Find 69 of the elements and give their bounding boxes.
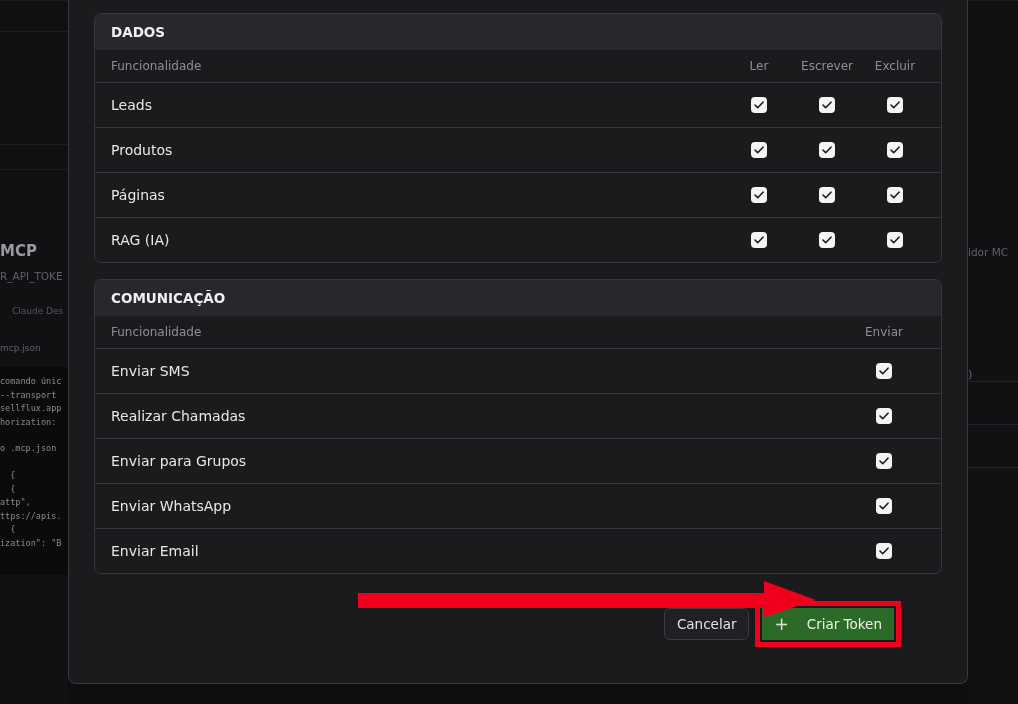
feature-name: Páginas [111, 187, 166, 203]
cancel-button[interactable]: Cancelar [663, 608, 750, 640]
checkmark-icon [879, 367, 889, 375]
feature-name: Enviar WhatsApp [111, 498, 233, 514]
checkmark-icon [890, 236, 900, 244]
feature-name: Leads [111, 97, 153, 113]
checkbox[interactable] [819, 97, 835, 113]
code-line: --transport [0, 388, 58, 402]
checkmark-icon [754, 146, 764, 154]
checkbox[interactable] [751, 232, 767, 248]
checkbox[interactable] [751, 97, 767, 113]
code-line: { [9, 482, 17, 496]
section-subtitle: idor MC [968, 246, 1010, 258]
feature-name: Realizar Chamadas [111, 408, 247, 424]
checkmark-icon [754, 101, 764, 109]
checkmark-icon [879, 412, 889, 420]
column-header: Excluir [873, 59, 917, 73]
feature-name: Enviar para Grupos [111, 453, 248, 469]
code-line: o .mcp.json [0, 442, 58, 456]
checkbox[interactable] [876, 363, 892, 379]
checkmark-icon [822, 236, 832, 244]
column-header: Ler [748, 59, 770, 73]
code-line: horization: [0, 415, 58, 429]
feature-name: RAG (IA) [111, 232, 171, 248]
checkmark-icon [890, 146, 900, 154]
section-heading: MCP [0, 242, 38, 260]
checkmark-icon [754, 236, 764, 244]
checkmark-icon [822, 101, 832, 109]
code-line: comando únic [0, 375, 63, 388]
checkbox[interactable] [876, 498, 892, 514]
table-cell-text: ) [968, 368, 974, 381]
checkbox[interactable] [819, 187, 835, 203]
column-header: Funcionalidade [111, 59, 203, 73]
checkbox[interactable] [751, 187, 767, 203]
column-header: Funcionalidade [111, 325, 203, 339]
checkmark-icon [890, 191, 900, 199]
section-title: DADOS [111, 24, 166, 40]
checkmark-icon [754, 191, 764, 199]
section-subtitle: R_API_TOKE [0, 270, 64, 282]
checkbox[interactable] [819, 142, 835, 158]
column-header: Enviar [864, 325, 904, 339]
feature-name: Produtos [111, 142, 174, 158]
checkbox[interactable] [887, 187, 903, 203]
checkmark-icon [890, 101, 900, 109]
checkbox[interactable] [876, 453, 892, 469]
checkmark-icon [879, 502, 889, 510]
code-line: sellflux.app [0, 402, 63, 416]
code-line: { [9, 468, 17, 482]
checkmark-icon [879, 547, 889, 555]
feature-name: Enviar SMS [111, 363, 191, 379]
checkbox[interactable] [819, 232, 835, 248]
file-name: mcp.json [0, 343, 42, 353]
checkbox[interactable] [887, 142, 903, 158]
column-header: Escrever [800, 59, 854, 73]
checkbox[interactable] [876, 408, 892, 424]
checkmark-icon [822, 146, 832, 154]
code-line: ttps://apis. [0, 509, 63, 523]
checkbox[interactable] [887, 97, 903, 113]
feature-name: Enviar Email [111, 543, 200, 559]
checkmark-icon [879, 457, 889, 465]
code-line: ization": "B [0, 536, 63, 550]
create-token-button[interactable]: + Criar Token [762, 608, 894, 640]
checkbox[interactable] [876, 543, 892, 559]
checkbox[interactable] [751, 142, 767, 158]
section-title: COMUNICAÇÃO [111, 290, 226, 306]
checkbox[interactable] [887, 232, 903, 248]
checkmark-icon [822, 191, 832, 199]
code-line: attp", [0, 496, 32, 510]
code-line: { [9, 523, 17, 537]
